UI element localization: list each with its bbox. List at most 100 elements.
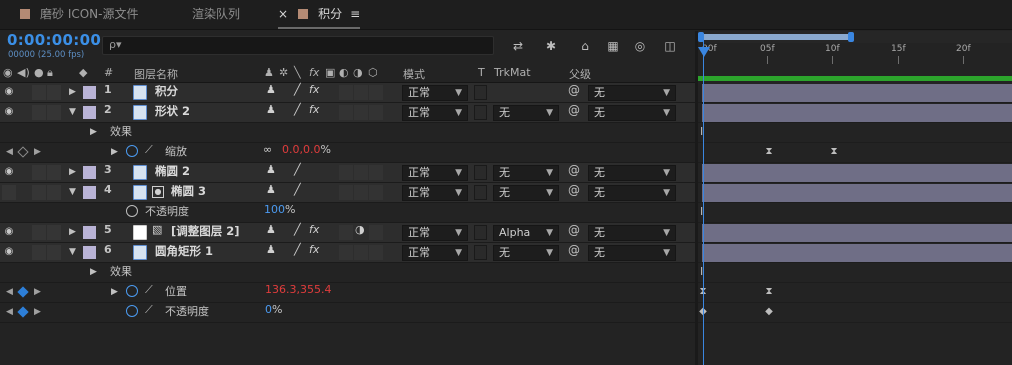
property-row-opacity[interactable]: ◀ ▶ ⟋ 不透明度 0%	[0, 303, 695, 323]
3d-switch[interactable]	[369, 245, 383, 260]
tab-render-queue[interactable]: 渲染队列	[192, 0, 240, 30]
shy-switch-icon[interactable]: ♟	[266, 223, 276, 236]
quality-switch-icon[interactable]: ╱	[294, 243, 301, 256]
layer-duration-bar[interactable]	[702, 164, 1012, 182]
mode-dropdown[interactable]: 正常 ▼	[402, 165, 468, 181]
shy-switch-icon[interactable]: ♟	[266, 243, 276, 256]
lock-toggle[interactable]	[47, 245, 61, 260]
preserve-transparency-checkbox[interactable]	[474, 225, 487, 240]
fx-switch-icon[interactable]: fx	[309, 83, 319, 96]
motion-blur-switch[interactable]	[339, 165, 353, 180]
prev-keyframe-icon[interactable]: ◀	[6, 287, 13, 297]
opacity-value-text[interactable]: 100	[264, 203, 285, 216]
parent-pickwhip-icon[interactable]: @	[568, 223, 580, 237]
adjustment-switch[interactable]	[354, 165, 368, 180]
stopwatch-icon[interactable]	[126, 285, 138, 297]
time-navigator[interactable]	[698, 31, 1012, 43]
adjustment-layer-switch-icon[interactable]: ◑	[355, 223, 365, 236]
3d-switch[interactable]	[369, 225, 383, 240]
layer-duration-bar[interactable]	[702, 224, 1012, 242]
current-time-display[interactable]: 0:00:00:00	[7, 31, 101, 49]
quality-switch-icon[interactable]: ╱	[294, 223, 301, 236]
layer-name[interactable]: 椭圆 2	[155, 163, 190, 179]
opacity-value[interactable]: 0%	[265, 303, 282, 316]
parent-pickwhip-icon[interactable]: @	[568, 243, 580, 257]
shy-layers-icon[interactable]: ⌂	[575, 36, 595, 56]
track-matte-header[interactable]: TrkMat	[494, 66, 531, 79]
timeline-row[interactable]: I	[698, 123, 1012, 143]
eye-icon[interactable]: ◉	[3, 226, 15, 238]
solo-toggle[interactable]	[32, 85, 46, 100]
layer-duration-bar[interactable]	[702, 244, 1012, 262]
layer-search-field[interactable]: ρ▾	[102, 36, 494, 55]
mode-dropdown[interactable]: 正常 ▼	[402, 105, 468, 121]
motion-blur-switch[interactable]	[339, 185, 353, 200]
motion-blur-switch[interactable]	[339, 105, 353, 120]
eye-icon[interactable]: ◉	[3, 246, 15, 258]
expand-arrow-icon[interactable]: ▶	[111, 287, 118, 297]
shy-switch-icon[interactable]: ♟	[266, 163, 276, 176]
adjustment-switch[interactable]	[354, 105, 368, 120]
graph-icon[interactable]: ⟋	[145, 303, 153, 317]
layer-label-color[interactable]	[83, 86, 96, 99]
layer-row[interactable]: ◉ ▼ 2 形状 2 ♟ ╱ fx 正常 ▼ 无 ▼ @ 无 ▼	[0, 103, 695, 123]
layer-row[interactable]: ◉ ▼ 6 圆角矩形 1 ♟ ╱ fx 正常 ▼ 无 ▼ @ 无 ▼	[0, 243, 695, 263]
trkmat-dropdown[interactable]: 无 ▼	[493, 105, 559, 121]
expand-arrow-icon[interactable]: ▶	[90, 127, 97, 137]
collapse-arrow-icon[interactable]: ▼	[69, 247, 76, 257]
layer-name[interactable]: 椭圆 3	[171, 183, 206, 199]
opacity-value[interactable]: 100%	[264, 203, 295, 216]
stopwatch-icon[interactable]	[126, 145, 138, 157]
lock-toggle[interactable]	[47, 185, 61, 200]
layer-duration-bar[interactable]	[702, 104, 1012, 122]
audio-toggle[interactable]	[17, 245, 31, 260]
preserve-transparency-checkbox[interactable]	[474, 185, 487, 200]
mode-dropdown[interactable]: 正常 ▼	[402, 225, 468, 241]
quality-switch-icon[interactable]: ╱	[294, 103, 301, 116]
adjustment-switch[interactable]	[354, 185, 368, 200]
opacity-value-text[interactable]: 0	[265, 303, 272, 316]
3d-switch[interactable]	[369, 185, 383, 200]
parent-dropdown[interactable]: 无 ▼	[588, 105, 676, 121]
motion-blur-header-icon[interactable]: ◐	[339, 66, 349, 79]
graph-editor-icon[interactable]: ◫	[660, 36, 680, 56]
mode-dropdown[interactable]: 正常 ▼	[402, 85, 468, 101]
solo-toggle[interactable]	[32, 165, 46, 180]
timeline-row[interactable]	[698, 223, 1012, 243]
parent-header[interactable]: 父级	[569, 66, 591, 82]
frame-blending-icon[interactable]: ▦	[603, 36, 623, 56]
effect-switch-header-icon[interactable]: fx	[309, 66, 319, 79]
layer-duration-bar[interactable]	[702, 184, 1012, 202]
fx-switch-icon[interactable]: fx	[309, 103, 319, 116]
quality-switch-icon[interactable]: ╱	[294, 183, 301, 196]
playhead-line[interactable]	[703, 39, 704, 365]
solo-toggle[interactable]	[32, 105, 46, 120]
next-keyframe-icon[interactable]: ▶	[34, 307, 41, 317]
parent-dropdown[interactable]: 无 ▼	[588, 165, 676, 181]
timeline-row[interactable]: I	[698, 203, 1012, 223]
lock-toggle[interactable]	[47, 225, 61, 240]
tab-composition-jifen[interactable]: × 积分 ≡	[278, 0, 361, 30]
scale-value-text[interactable]: 0.0,0.0	[282, 143, 320, 156]
draft-3d-icon[interactable]: ✱	[541, 36, 561, 56]
eye-icon[interactable]: ◉	[3, 86, 15, 98]
menu-icon[interactable]: ≡	[350, 7, 360, 21]
motion-blur-switch[interactable]	[339, 225, 353, 240]
audio-toggle[interactable]	[17, 225, 31, 240]
shy-switch-header-icon[interactable]: ♟	[264, 66, 274, 79]
keyframe-icon[interactable]: ⧗	[765, 147, 773, 157]
parent-pickwhip-icon[interactable]: @	[568, 183, 580, 197]
eye-icon[interactable]: ◉	[3, 166, 15, 178]
layer-label-color[interactable]	[83, 226, 96, 239]
trkmat-dropdown[interactable]: 无 ▼	[493, 245, 559, 261]
motion-blur-switch[interactable]	[339, 85, 353, 100]
eye-icon[interactable]: ◉	[3, 106, 15, 118]
mode-header[interactable]: 模式	[403, 66, 425, 82]
next-keyframe-icon[interactable]: ▶	[34, 147, 41, 157]
time-ruler[interactable]: 00f 05f 10f 15f 20f	[698, 43, 1012, 65]
layer-name[interactable]: 积分	[155, 83, 178, 99]
graph-icon[interactable]: ⟋	[145, 143, 153, 157]
preserve-transparency-checkbox[interactable]	[474, 165, 487, 180]
lock-toggle[interactable]	[47, 165, 61, 180]
prev-keyframe-icon[interactable]: ◀	[6, 307, 13, 317]
